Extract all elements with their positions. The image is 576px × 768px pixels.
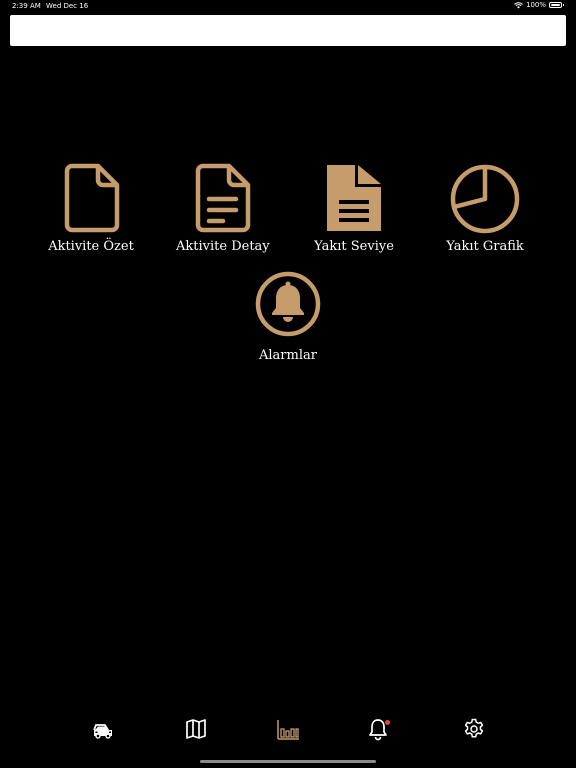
map-icon (186, 719, 206, 739)
status-bar: 2:39 AM Wed Dec 16 100% (0, 0, 576, 12)
gear-icon (464, 718, 484, 738)
tab-bar (0, 708, 576, 748)
status-indicators: 100% (514, 1, 564, 9)
status-time: 2:39 AM (12, 2, 41, 10)
tab-vehicles[interactable] (90, 717, 114, 741)
menu-item-label: Aktivite Detay (176, 239, 270, 254)
status-date: Wed Dec 16 (46, 2, 89, 10)
menu-item-aktivite-detay[interactable]: Aktivite Detay (176, 163, 270, 254)
menu-item-label: Aktivite Özet (48, 239, 134, 254)
notification-dot (385, 720, 390, 725)
pie-chart-icon (450, 164, 520, 234)
bell-circle-icon (255, 271, 321, 337)
bar-chart-icon (277, 720, 299, 740)
tab-settings[interactable] (462, 717, 486, 741)
wifi-icon (514, 1, 523, 8)
battery-icon (549, 2, 564, 8)
menu-item-yakit-grafik[interactable]: Yakıt Grafik (440, 163, 530, 254)
document-text-icon (195, 163, 251, 233)
menu-item-alarmlar[interactable]: Alarmlar (244, 270, 332, 363)
battery-percent: 100% (525, 1, 546, 9)
tab-map[interactable] (184, 717, 208, 741)
search-input[interactable] (10, 15, 566, 46)
menu-item-yakit-seviye[interactable]: Yakıt Seviye (308, 163, 400, 254)
tab-alarms[interactable] (366, 717, 390, 741)
document-icon (64, 163, 120, 233)
menu-item-label: Yakıt Grafik (446, 239, 524, 254)
home-indicator (200, 760, 376, 763)
tab-reports[interactable] (276, 717, 300, 741)
document-filled-icon (327, 165, 381, 231)
menu-item-aktivite-ozet[interactable]: Aktivite Özet (46, 163, 136, 254)
app-screen: 2:39 AM Wed Dec 16 100% Aktivite Özet Ak… (0, 0, 576, 768)
menu-item-label: Alarmlar (259, 348, 317, 363)
car-icon (93, 724, 112, 739)
menu-item-label: Yakıt Seviye (314, 239, 394, 254)
